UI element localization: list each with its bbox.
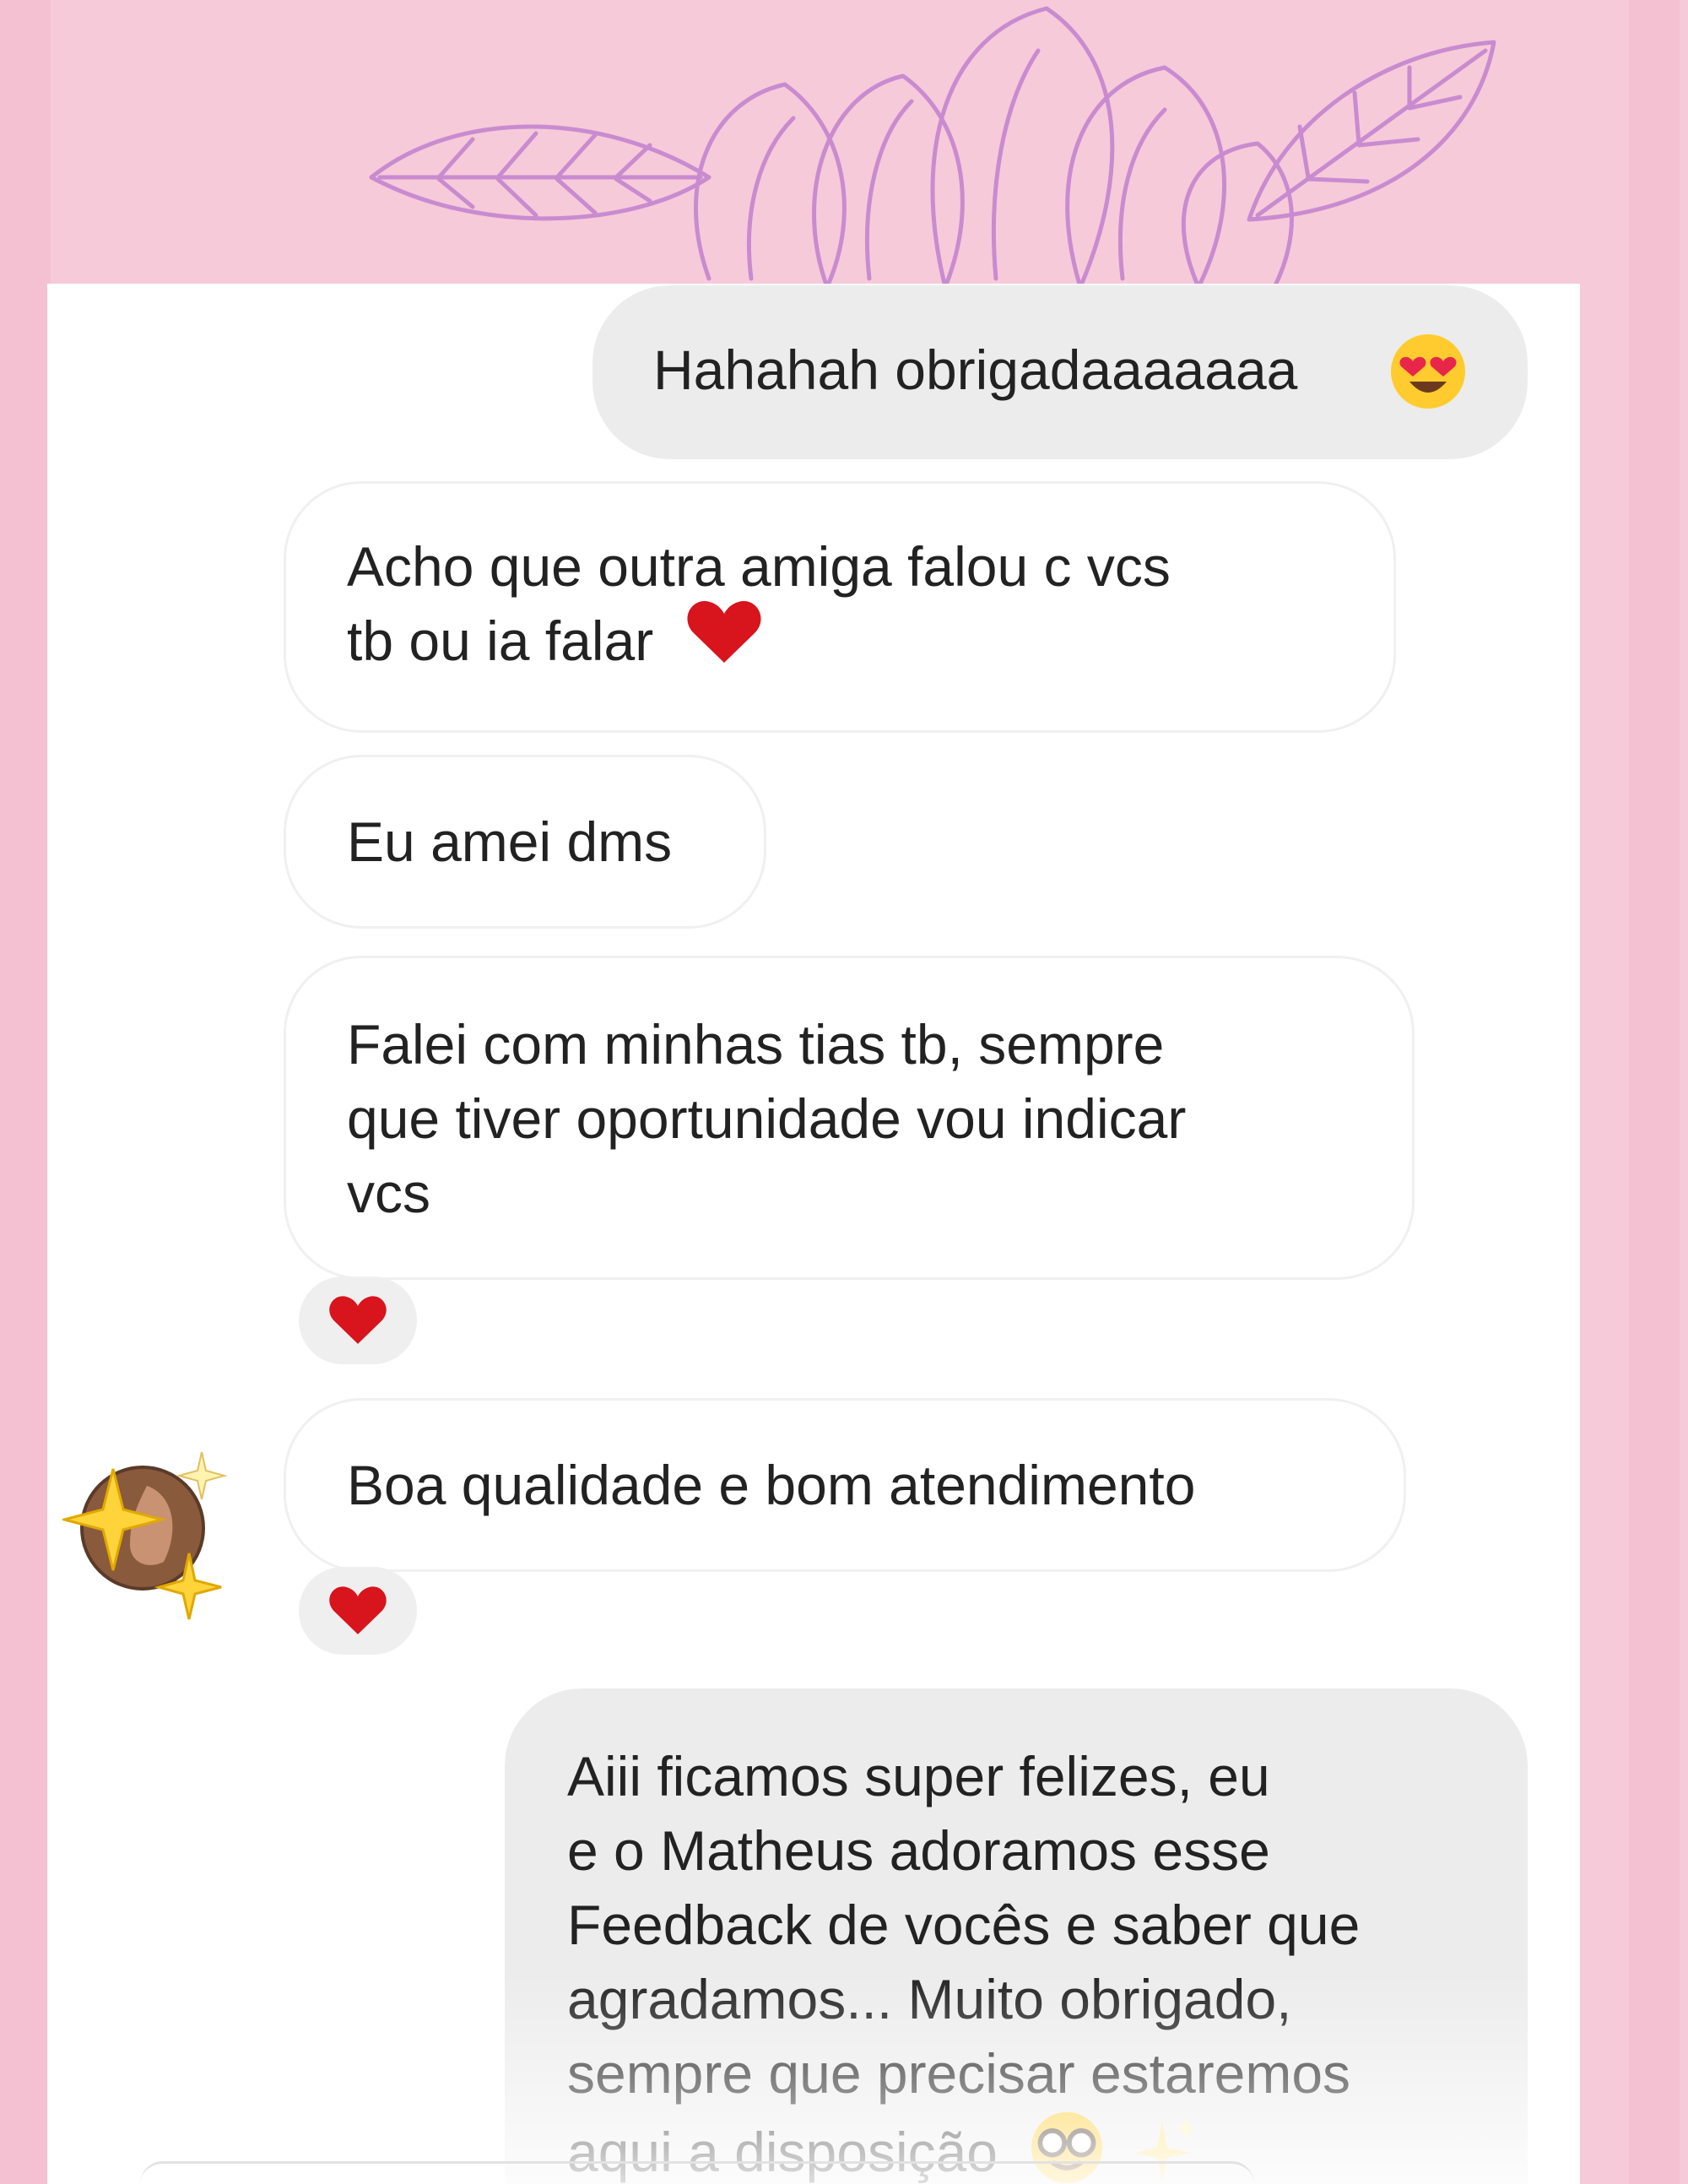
flower-illustration xyxy=(369,6,1496,287)
message-bubble-sent[interactable]: Hahahah obrigadaaaaaaa xyxy=(592,285,1528,459)
red-heart-icon xyxy=(329,1586,387,1634)
message-line-text: tb ou ia falar xyxy=(347,610,654,672)
message-line: vcs xyxy=(347,1162,430,1224)
message-bubble-received[interactable]: Boa qualidade e bom atendimento xyxy=(284,1398,1406,1572)
message-bubble-received[interactable]: Falei com minhas tias tb, sempre que tiv… xyxy=(284,956,1415,1280)
message-bubble-received[interactable]: Acho que outra amiga falou c vcs tb ou i… xyxy=(284,481,1396,733)
message-line: Acho que outra amiga falou c vcs xyxy=(347,535,1171,598)
sparkles-avatar-icon xyxy=(59,1451,228,1620)
message-line: Eu amei dms xyxy=(347,810,673,873)
background-stripe xyxy=(0,0,51,2184)
message-input-outline[interactable] xyxy=(140,2161,1254,2184)
chat-card: Hahahah obrigadaaaaaaa Acho que outra am… xyxy=(47,284,1580,2184)
background-stripe xyxy=(1629,0,1680,2184)
reaction-badge[interactable] xyxy=(299,1276,417,1364)
message-line: Hahahah obrigadaaaaaaa xyxy=(653,339,1298,401)
reaction-badge[interactable] xyxy=(299,1567,417,1655)
message-line: tb ou ia falar xyxy=(347,601,1393,684)
sender-avatar[interactable] xyxy=(59,1435,231,1620)
message-line: que tiver oportunidade vou indicar xyxy=(347,1087,1187,1150)
red-heart-icon xyxy=(686,599,762,684)
message-line: sempre que precisar estaremos xyxy=(567,2042,1351,2105)
message-line: Feedback de vocês e saber que xyxy=(567,1894,1361,1956)
message-line: Aiii ficamos super felizes, eu xyxy=(567,1745,1270,1807)
message-line: Boa qualidade e bom atendimento xyxy=(347,1454,1196,1516)
message-line: Falei com minhas tias tb, sempre xyxy=(347,1013,1165,1076)
message-line: e o Matheus adoramos esse xyxy=(567,1819,1270,1882)
message-bubble-received[interactable]: Eu amei dms xyxy=(284,755,766,929)
red-heart-icon xyxy=(329,1296,387,1344)
message-bubble-sent[interactable]: Aiii ficamos super felizes, eu e o Mathe… xyxy=(505,1688,1528,2184)
message-line: agradamos... Muito obrigado, xyxy=(567,1968,1292,2030)
smiling-face-heart-eyes-icon xyxy=(1389,333,1467,428)
